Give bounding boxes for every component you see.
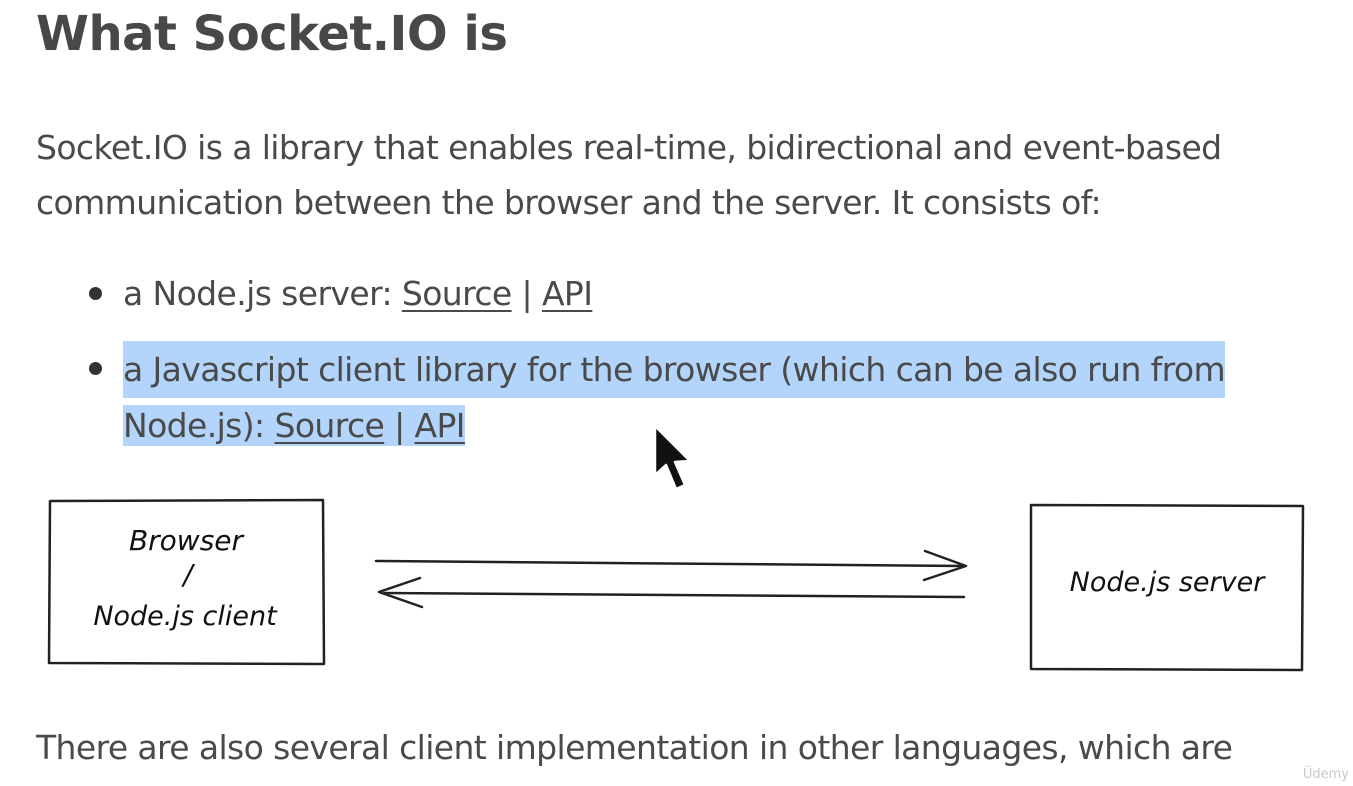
client-source-link[interactable]: Source [274, 406, 384, 445]
intro-line-2: communication between the browser and th… [36, 183, 1102, 222]
link-separator: | [511, 274, 542, 313]
page-title: What Socket.IO is [36, 6, 508, 62]
browser-box: Browser / Node.js client [47, 498, 326, 666]
list-item-server: a Node.js server: Source | API [85, 266, 1225, 321]
server-api-link[interactable]: API [542, 274, 593, 313]
bidirectional-arrow-icon [374, 549, 968, 609]
list-item-text: a Node.js server: [123, 274, 402, 313]
selected-text-line-1: a Javascript client library for the brow… [123, 341, 1226, 398]
udemy-watermark: Üdemy [1302, 767, 1349, 782]
slash-label: / [180, 558, 195, 591]
server-box: Node.js server [1029, 503, 1305, 672]
server-source-link[interactable]: Source [402, 274, 512, 313]
intro-paragraph: Socket.IO is a library that enables real… [36, 120, 1296, 230]
closing-paragraph: There are also several client implementa… [36, 728, 1233, 767]
intro-line-1: Socket.IO is a library that enables real… [36, 128, 1222, 167]
client-api-link[interactable]: API [415, 406, 466, 445]
link-separator: | [384, 406, 415, 445]
bullet-dot-icon [89, 362, 102, 375]
node-server-label: Node.js server [1070, 567, 1267, 598]
architecture-diagram: Browser / Node.js client Node.js server [47, 498, 1305, 672]
bullet-dot-icon [89, 287, 102, 300]
node-client-label: Node.js client [93, 601, 278, 632]
arrow-pointer-icon [653, 424, 692, 491]
selected-text-line-2: Node.js): [123, 406, 275, 445]
browser-label: Browser [129, 524, 245, 557]
